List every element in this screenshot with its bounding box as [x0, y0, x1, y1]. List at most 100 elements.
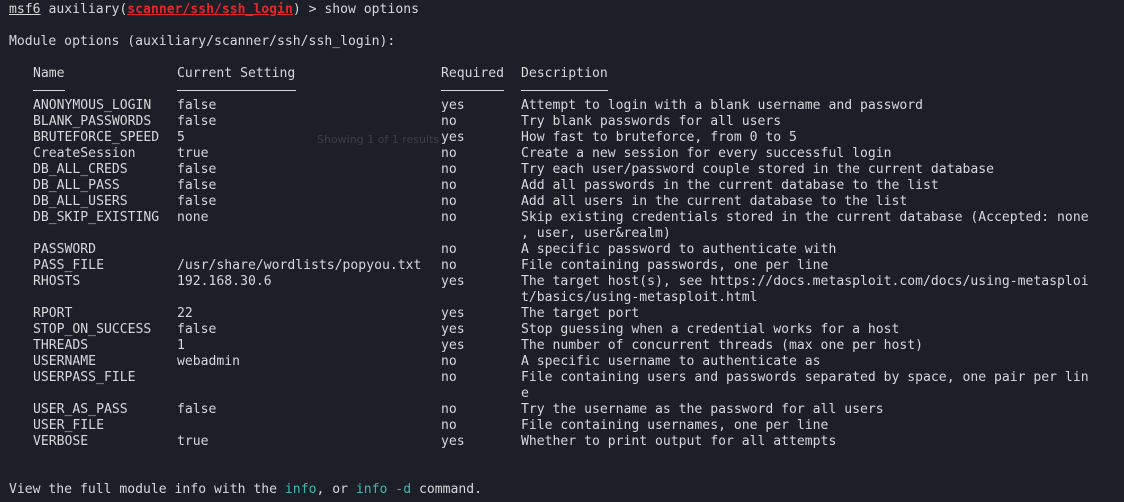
header-setting-underline	[177, 90, 296, 91]
option-description: A specific username to authenticate as	[521, 354, 821, 369]
option-current-setting: 22	[177, 306, 193, 321]
option-description: A specific password to authenticate with	[521, 242, 837, 257]
option-description: Try blank passwords for all users	[521, 114, 782, 129]
option-current-setting: false	[177, 162, 217, 177]
option-row: CreateSession true no Create a new session …	[9, 146, 1119, 162]
option-required: yes	[441, 434, 465, 449]
option-row: PASS_FILE/usr/share/wordlists/popyou.txt…	[9, 258, 1119, 274]
option-current-setting: true	[177, 434, 209, 449]
option-row: USER_AS_PASS false no Try the username as t…	[9, 402, 1119, 418]
option-current-setting: none	[177, 210, 209, 225]
option-current-setting: false	[177, 178, 217, 193]
option-required: no	[441, 258, 457, 273]
option-row: USERPASS_FILE no File containing users and…	[9, 370, 1119, 402]
option-required: yes	[441, 274, 465, 289]
option-description: t/basics/using-metasploit.html	[521, 290, 758, 305]
option-required: yes	[441, 306, 465, 321]
option-description: Whether to print output for all attempts	[521, 434, 837, 449]
prompt-paren-close: )	[292, 2, 301, 17]
option-required: no	[441, 146, 457, 161]
option-description: Add all passwords in the current databas…	[521, 178, 939, 193]
options-table-header: Name Current Setting Required Descriptio…	[9, 66, 1119, 82]
option-description: Add all users in the current database to…	[521, 194, 908, 209]
footer-text-before: View the full module info with the	[9, 482, 285, 497]
option-name: PASSWORD	[33, 242, 97, 257]
option-description: Skip existing credentials stored in the …	[521, 210, 1089, 225]
option-required: yes	[441, 130, 465, 145]
option-row: RHOSTS 192.168.30.6 yes The target host(s),…	[9, 274, 1119, 306]
option-description: Try each user/password couple stored in …	[521, 162, 994, 177]
option-current-setting: false	[177, 114, 217, 129]
option-description: The target port	[521, 306, 640, 321]
option-required: no	[441, 194, 457, 209]
option-row: BRUTEFORCE_SPEED 5 yes How fast to brutefor…	[9, 130, 1119, 146]
option-required: yes	[441, 338, 465, 353]
option-required: yes	[441, 322, 465, 337]
prompt-module-word: auxiliary	[48, 2, 120, 17]
header-required-underline	[441, 90, 504, 91]
option-row: THREADS 1 yes The number of concurrent thre…	[9, 338, 1119, 354]
option-row: RPORT 22 yes The target port	[9, 306, 1119, 322]
option-description: File containing users and passwords sepa…	[521, 370, 1089, 385]
prompt-module-path: scanner/ssh/ssh_login	[127, 2, 293, 17]
option-name: PASS_FILE	[33, 258, 104, 273]
option-description: Try the username as the password for all…	[521, 402, 884, 417]
option-current-setting: true	[177, 146, 209, 161]
header-description: Description	[521, 66, 608, 81]
option-name: THREADS	[33, 338, 89, 353]
option-row: PASSWORD no A specific password to authent…	[9, 242, 1119, 258]
option-current-setting: false	[177, 402, 217, 417]
header-current-setting: Current Setting	[177, 66, 296, 81]
prompt-arrow: >	[300, 2, 325, 17]
option-name: VERBOSE	[33, 434, 89, 449]
option-row: DB_ALL_USERS false no Add all users in the …	[9, 194, 1119, 210]
option-current-setting: /usr/share/wordlists/popyou.txt	[177, 258, 422, 273]
option-required: no	[441, 210, 457, 225]
option-current-setting: 192.168.30.6	[177, 274, 272, 289]
option-required: no	[441, 114, 457, 129]
info-command[interactable]: info	[285, 482, 317, 497]
prompt-prefix: msf6	[9, 2, 41, 17]
option-required: yes	[441, 98, 465, 113]
option-name: BLANK_PASSWORDS	[33, 114, 152, 129]
prompt-command: show options	[324, 2, 419, 17]
option-row: DB_SKIP_EXISTING none no Skip existing cred…	[9, 210, 1119, 242]
header-required: Required	[441, 66, 505, 81]
option-required: no	[441, 354, 457, 369]
option-current-setting: false	[177, 322, 217, 337]
info-d-command[interactable]: info -d	[356, 482, 411, 497]
header-name-underline	[33, 90, 65, 91]
option-name: ANONYMOUS_LOGIN	[33, 98, 152, 113]
option-name: DB_ALL_USERS	[33, 194, 128, 209]
option-row: BLANK_PASSWORDS false no Try blank password…	[9, 114, 1119, 130]
option-name: USER_FILE	[33, 418, 104, 433]
option-description: The target host(s), see https://docs.met…	[521, 274, 1089, 289]
option-name: USERNAME	[33, 354, 97, 369]
header-name: Name	[33, 66, 65, 81]
option-row: VERBOSE true yes Whether to print output fo…	[9, 434, 1119, 450]
option-required: no	[441, 418, 457, 433]
terminal-window[interactable]: msf6 auxiliary(scanner/ssh/ssh_login) > …	[9, 0, 1119, 502]
option-row: STOP_ON_SUCCESS false yes Stop guessing whe…	[9, 322, 1119, 338]
prompt-line: msf6 auxiliary(scanner/ssh/ssh_login) > …	[9, 2, 419, 18]
module-title: Module options (auxiliary/scanner/ssh/ss…	[9, 34, 396, 49]
option-row: USERNAME webadmin no A specific username to…	[9, 354, 1119, 370]
option-required: no	[441, 402, 457, 417]
option-current-setting: webadmin	[177, 354, 241, 369]
option-current-setting: false	[177, 98, 217, 113]
option-description: Create a new session for every successfu…	[521, 146, 892, 161]
option-name: BRUTEFORCE_SPEED	[33, 130, 160, 145]
option-row: USER_FILE no File containing usernames, on…	[9, 418, 1119, 434]
option-description: e	[521, 386, 529, 401]
option-name: USERPASS_FILE	[33, 370, 136, 385]
option-row: ANONYMOUS_LOGIN false yes Attempt to login …	[9, 98, 1119, 114]
option-name: DB_SKIP_EXISTING	[33, 210, 160, 225]
option-description: The number of concurrent threads (max on…	[521, 338, 924, 353]
header-description-underline	[521, 90, 608, 91]
option-row: DB_ALL_CREDS false no Try each user/passwor…	[9, 162, 1119, 178]
option-current-setting: 1	[177, 338, 185, 353]
option-name: STOP_ON_SUCCESS	[33, 322, 152, 337]
option-current-setting: 5	[177, 130, 185, 145]
option-description: , user, user&realm)	[521, 226, 671, 241]
option-name: DB_ALL_PASS	[33, 178, 120, 193]
